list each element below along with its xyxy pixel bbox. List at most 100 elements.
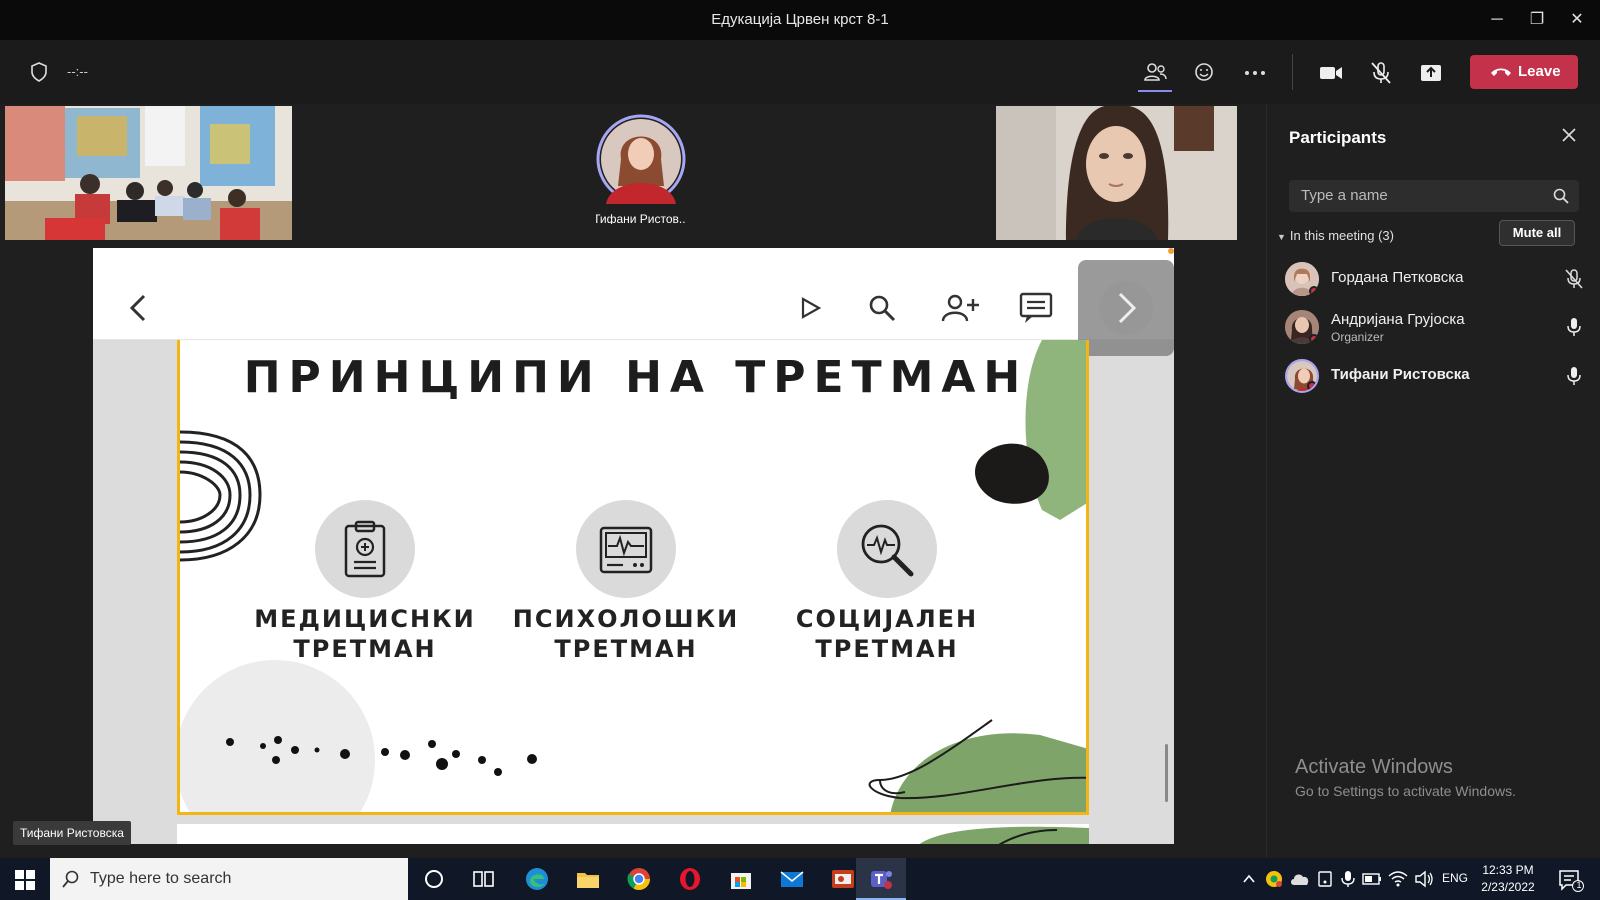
comment-icon[interactable] (1019, 292, 1053, 324)
opera-icon[interactable] (677, 866, 703, 892)
magnifier-pulse-icon (861, 524, 914, 577)
windows-start-icon[interactable] (15, 870, 35, 890)
classroom-video (5, 106, 292, 240)
battery-icon[interactable] (1362, 872, 1382, 886)
slide-title: ПРИНЦИПИ НА ТРЕТМАН (243, 352, 1029, 403)
close-icon[interactable] (1561, 127, 1577, 143)
chevron-up-icon[interactable] (1242, 872, 1256, 886)
panel-title: Participants (1289, 128, 1387, 147)
minimize-button[interactable]: ─ (1485, 8, 1509, 32)
taskbar-search-input[interactable]: Type here to search (50, 858, 408, 900)
search-placeholder: Type a name (1301, 187, 1388, 204)
clock-date: 2/23/2022 (1481, 880, 1535, 894)
shared-content: ПРИНЦИПИ НА ТРЕТМАН МЕДИЦИСНКИ ТРЕТМАН ПС… (93, 248, 1174, 844)
close-window-button[interactable]: ✕ (1565, 8, 1589, 32)
teams-taskbar-button[interactable] (856, 858, 906, 900)
cortana-icon[interactable] (421, 866, 447, 892)
section-label: In this meeting (3) (1289, 228, 1394, 243)
task-view-icon[interactable] (471, 866, 497, 892)
participant-row[interactable]: Гордана Петковска (1285, 260, 1585, 300)
video-tile-center[interactable]: Тифани Ристов... (596, 114, 686, 224)
microphone-tray-icon[interactable] (1340, 870, 1356, 888)
title-bar: Едукација Црвен крст 8-1 ─ ❐ ✕ (0, 0, 1600, 40)
next-slide-button[interactable] (1078, 260, 1174, 356)
notification-count: 1 (1576, 880, 1582, 890)
center-participant-name: Тифани Ристов... (596, 212, 686, 224)
mic-icon[interactable] (1563, 365, 1585, 387)
mic-icon[interactable] (1563, 316, 1585, 338)
presenter-name-tag: Тифани Ристовска (13, 821, 131, 845)
meeting-toolbar: --:-- Leave (0, 40, 1600, 104)
video-tile-classroom[interactable] (5, 106, 292, 240)
participant-avatar (596, 114, 686, 204)
in-meeting-toggle[interactable]: ▼ In this meeting (3) (1277, 228, 1394, 243)
hang-up-icon (1491, 68, 1511, 76)
more-options-icon[interactable] (1242, 60, 1268, 86)
participant-role: Organizer (1331, 330, 1384, 344)
avatar (1285, 359, 1319, 393)
wifi-icon[interactable] (1388, 870, 1408, 888)
reactions-icon[interactable] (1192, 60, 1218, 86)
windows-taskbar: Type here to search ENG 12:33 PM 2/23/20… (0, 858, 1600, 900)
taskbar-search-placeholder: Type here to search (90, 870, 232, 887)
language-indicator[interactable]: ENG (1442, 871, 1468, 885)
device-icon[interactable] (1316, 870, 1334, 888)
share-screen-icon[interactable] (1418, 60, 1444, 86)
onedrive-icon[interactable] (1290, 871, 1310, 887)
participant-search-input[interactable]: Type a name (1289, 180, 1579, 212)
previous-slide-icon[interactable] (129, 294, 147, 322)
mute-all-button[interactable]: Mute all (1499, 220, 1575, 246)
item-label-line2: ТРЕТМАН (554, 635, 698, 663)
leave-button[interactable]: Leave (1470, 55, 1578, 89)
powerpoint-icon[interactable] (830, 866, 856, 892)
heart-monitor-icon (599, 526, 653, 574)
shield-icon (31, 62, 47, 82)
window-title: Едукација Црвен крст 8-1 (711, 11, 889, 28)
slide-item-social: СОЦИЈАЛЕН ТРЕТМАН (772, 500, 1002, 664)
video-tile-webcam[interactable] (996, 106, 1237, 240)
item-label-line2: ТРЕТМАН (815, 635, 959, 663)
slide-item-psychological: ПСИХОЛОШКИ ТРЕТМАН (511, 500, 741, 664)
search-icon[interactable] (868, 294, 896, 322)
mail-icon[interactable] (779, 866, 805, 892)
status-dot (1168, 248, 1174, 254)
file-explorer-icon[interactable] (575, 866, 601, 892)
next-slide-preview (177, 824, 1089, 844)
search-icon (62, 870, 79, 888)
mic-muted-icon[interactable] (1368, 60, 1394, 86)
participants-panel: Participants Type a name ▼ In this meetin… (1266, 104, 1600, 858)
avatar (1285, 310, 1319, 344)
participant-row[interactable]: Андријана Грујоска Organizer (1285, 308, 1585, 348)
slide-scrollbar[interactable] (1165, 744, 1168, 802)
item-label-line1: СОЦИЈАЛЕН (795, 605, 979, 633)
chrome-tray-icon[interactable] (1265, 870, 1283, 888)
participant-name: Тифани Ристовска (1331, 366, 1470, 383)
next-slide-decoration (919, 826, 1089, 844)
chevron-down-icon: ▼ (1277, 232, 1286, 242)
taskbar-clock[interactable]: 12:33 PM 2/23/2022 (1468, 862, 1548, 896)
item-label-line1: ПСИХОЛОШКИ (512, 605, 740, 633)
participant-name: Гордана Петковска (1331, 269, 1464, 286)
activate-title: Activate Windows (1295, 756, 1453, 778)
edge-icon[interactable] (524, 866, 550, 892)
restore-button[interactable]: ❐ (1525, 8, 1549, 32)
volume-icon[interactable] (1414, 870, 1434, 888)
slide-item-medical: МЕДИЦИСНКИ ТРЕТМАН (250, 500, 480, 664)
play-icon[interactable] (798, 296, 822, 320)
presence-dot (1309, 334, 1319, 344)
store-icon[interactable] (728, 866, 754, 892)
add-person-icon[interactable] (941, 293, 981, 323)
leave-label: Leave (1518, 63, 1561, 80)
search-icon (1553, 188, 1569, 204)
camera-icon[interactable] (1318, 60, 1344, 86)
clock-time: 12:33 PM (1482, 863, 1534, 877)
participant-row[interactable]: Тифани Ристовска (1285, 357, 1585, 397)
presence-dot (1309, 286, 1319, 296)
chrome-icon[interactable] (626, 866, 652, 892)
slide-canvas: ПРИНЦИПИ НА ТРЕТМАН МЕДИЦИСНКИ ТРЕТМАН ПС… (177, 340, 1089, 815)
presence-dot (1307, 381, 1317, 391)
participants-icon[interactable] (1142, 60, 1168, 86)
activate-subtitle: Go to Settings to activate Windows. (1295, 783, 1516, 799)
clipboard-icon (344, 520, 386, 578)
mic-muted-icon[interactable] (1563, 268, 1585, 290)
